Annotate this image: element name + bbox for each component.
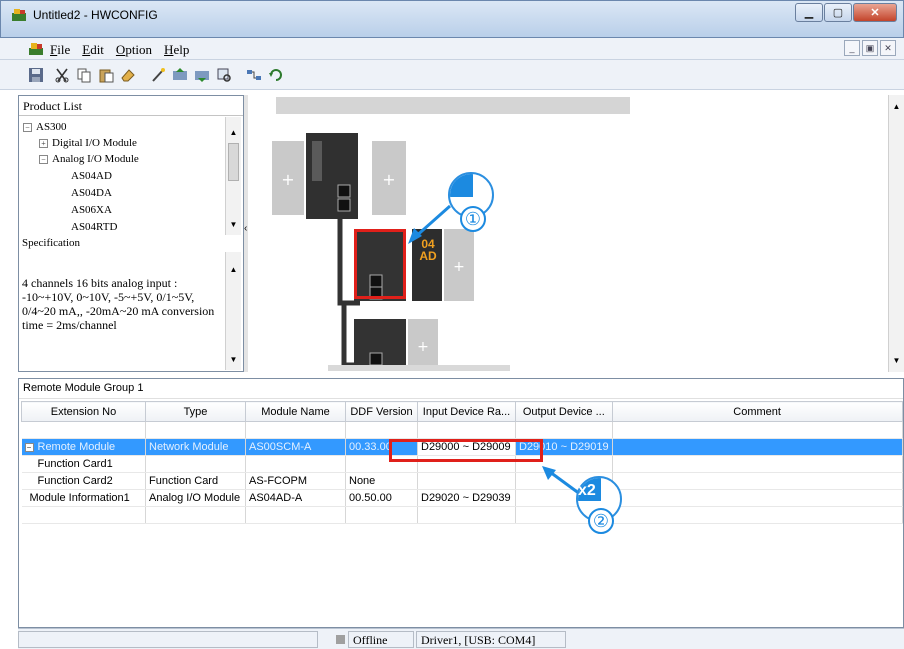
- app-icon: [12, 9, 26, 21]
- title-bar: Untitled2 - HWCONFIG ▁ ▢ ✕: [0, 0, 904, 38]
- module-table: Extension No Type Module Name DDF Versio…: [21, 401, 903, 524]
- product-tree: − AS300 + Digital I/O Module − Analog I/O M…: [19, 117, 225, 235]
- svg-text:+: +: [382, 170, 395, 189]
- col-comment[interactable]: Comment: [611, 401, 903, 422]
- table-row[interactable]: [21, 506, 903, 524]
- col-input-device-range[interactable]: Input Device Ra...: [417, 401, 516, 422]
- maximize-icon: ▢: [832, 7, 844, 19]
- scroll-thumb[interactable]: [228, 143, 239, 181]
- copy-icon[interactable]: [76, 67, 92, 83]
- menu-edit[interactable]: Edit: [82, 42, 104, 58]
- module-label-type: AD: [419, 249, 437, 263]
- scroll-down-icon[interactable]: ▼: [226, 352, 241, 367]
- col-type[interactable]: Type: [145, 401, 246, 422]
- expand-icon[interactable]: +: [39, 138, 48, 148]
- tree-item-as300[interactable]: − AS300: [23, 121, 67, 133]
- scroll-up-icon[interactable]: ▲: [226, 262, 241, 277]
- table-row[interactable]: Function Card2 Function Card AS-FCOPM None: [21, 472, 903, 490]
- doc-restore-button[interactable]: ▣: [862, 40, 878, 56]
- menu-help[interactable]: Help: [164, 42, 189, 58]
- tree-item-as04rtd[interactable]: AS04RTD: [71, 221, 117, 233]
- tree-item-as04ad[interactable]: AS04AD: [71, 170, 112, 182]
- col-extension-no[interactable]: Extension No: [21, 401, 146, 422]
- col-module-name[interactable]: Module Name: [245, 401, 346, 422]
- refresh-icon[interactable]: [268, 67, 284, 83]
- collapse-icon[interactable]: −: [24, 442, 34, 452]
- paste-icon[interactable]: [98, 67, 114, 83]
- specification-header: Specification: [22, 237, 81, 249]
- cell-comment[interactable]: [612, 438, 903, 456]
- scroll-down-icon[interactable]: ▼: [226, 217, 241, 232]
- cell-extension-no[interactable]: Function Card1: [21, 455, 146, 473]
- highlight-input-range: [389, 439, 543, 462]
- collapse-icon[interactable]: −: [23, 122, 32, 132]
- scroll-down-icon[interactable]: ▼: [889, 353, 904, 368]
- product-list-pane: Product List − AS300 + Digital I/O Module …: [18, 95, 244, 372]
- window-title: Untitled2 - HWCONFIG: [33, 8, 158, 22]
- arrow-step1-icon: [408, 204, 451, 244]
- toolbar: [0, 60, 904, 90]
- tree-item-as06xa[interactable]: AS06XA: [71, 204, 112, 216]
- menu-file[interactable]: File: [50, 42, 70, 58]
- download-icon[interactable]: [194, 67, 210, 83]
- table-header-row: Extension No Type Module Name DDF Versio…: [21, 401, 903, 422]
- status-bar: Offline Driver1, [USB: COM4]: [18, 628, 904, 649]
- double-click-label: x2: [578, 482, 596, 499]
- status-driver: Driver1, [USB: COM4]: [416, 631, 566, 648]
- col-ddf-version[interactable]: DDF Version: [345, 401, 418, 422]
- tree-item-as04da[interactable]: AS04DA: [71, 187, 112, 199]
- product-list-header: Product List: [19, 96, 243, 116]
- cell-module-name[interactable]: AS00SCM-A: [245, 438, 346, 456]
- save-icon[interactable]: [28, 67, 44, 83]
- document-icon: [29, 43, 43, 55]
- network-icon[interactable]: [246, 67, 262, 83]
- menu-option[interactable]: Option: [116, 42, 152, 58]
- tree-item-analog-io[interactable]: − Analog I/O Module: [39, 153, 139, 165]
- cell-extension-no[interactable]: − Remote Module: [21, 438, 146, 456]
- erase-icon[interactable]: [120, 67, 136, 83]
- svg-text:+: +: [281, 170, 294, 189]
- mouse-click-icon: [450, 174, 473, 197]
- cell-extension-no[interactable]: Function Card2: [21, 472, 146, 490]
- step-2-badge: ②: [588, 508, 614, 534]
- scan-icon[interactable]: [216, 67, 232, 83]
- highlight-network-module: [354, 229, 406, 299]
- tree-scrollbar[interactable]: ▲ ▼: [225, 117, 241, 235]
- minimize-button[interactable]: ▁: [795, 3, 823, 22]
- minimize-icon: ▁: [804, 7, 814, 19]
- specification-text: 4 channels 16 bits analog input : -10~+1…: [22, 276, 215, 332]
- close-icon: ✕: [870, 7, 880, 19]
- spec-scrollbar[interactable]: ▲ ▼: [225, 252, 241, 370]
- cut-icon[interactable]: [54, 67, 70, 83]
- svg-text:+: +: [417, 339, 429, 355]
- maximize-button[interactable]: ▢: [824, 3, 852, 22]
- table-row[interactable]: [21, 421, 903, 439]
- rack-diagram: + + + +: [272, 133, 510, 371]
- cell-extension-no[interactable]: Module Information1: [21, 489, 146, 507]
- menu-bar: File Edit Option Help _ ▣ ✕: [0, 38, 904, 60]
- scroll-up-icon[interactable]: ▲: [226, 125, 241, 140]
- doc-close-button[interactable]: ✕: [880, 40, 896, 56]
- step-1-badge: ①: [460, 206, 486, 232]
- upload-icon[interactable]: [172, 67, 188, 83]
- tree-item-digital-io[interactable]: + Digital I/O Module: [39, 137, 137, 149]
- collapse-arrow-icon[interactable]: ‹: [244, 223, 247, 234]
- scroll-up-icon[interactable]: ▲: [889, 99, 904, 114]
- status-indicator-icon: [336, 635, 345, 644]
- close-button[interactable]: ✕: [853, 3, 897, 22]
- module-grid-panel: Remote Module Group 1 Extension No Type …: [18, 378, 904, 628]
- collapse-icon[interactable]: −: [39, 154, 48, 164]
- status-mode: Offline: [348, 631, 414, 648]
- status-empty: [18, 631, 318, 648]
- canvas-scrollbar[interactable]: ▲ ▼: [888, 95, 904, 372]
- col-output-device-range[interactable]: Output Device ...: [515, 401, 613, 422]
- group-title: Remote Module Group 1: [19, 379, 903, 399]
- svg-text:+: +: [453, 259, 465, 275]
- hardware-canvas[interactable]: + + + + 04 AD ▲ ▼: [248, 95, 904, 372]
- doc-minimize-button[interactable]: _: [844, 40, 860, 56]
- wand-icon[interactable]: [150, 67, 166, 83]
- cell-type[interactable]: Network Module: [145, 438, 246, 456]
- table-row[interactable]: Module Information1 Analog I/O Module AS0…: [21, 489, 903, 507]
